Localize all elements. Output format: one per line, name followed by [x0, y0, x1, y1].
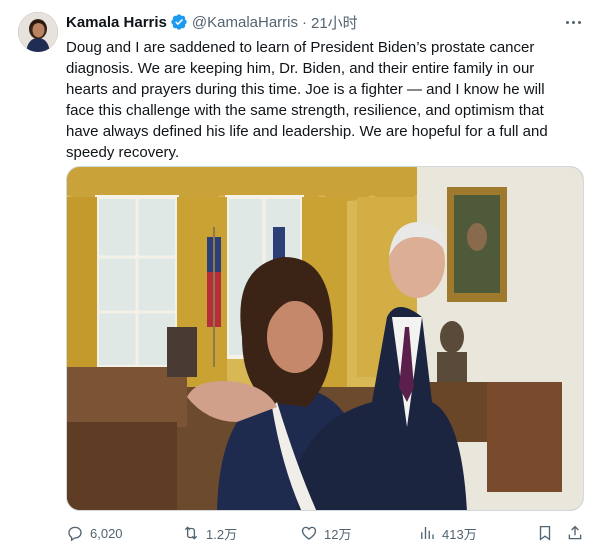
share-button[interactable] — [566, 522, 590, 544]
separator-dot: · — [302, 13, 307, 31]
retweet-count: 1.2万 — [206, 526, 238, 542]
like-count: 12万 — [324, 526, 352, 542]
tweet-card[interactable]: Kamala Harris @KamalaHarris · 21小时 Doug … — [0, 0, 598, 547]
tweet-timestamp[interactable]: 21小时 — [311, 12, 358, 33]
tweet-photo[interactable] — [66, 166, 584, 511]
bookmark-button[interactable] — [536, 522, 560, 544]
tweet-actions: 6,020 1.2万 12万 413万 — [66, 522, 586, 544]
verified-badge-icon — [170, 13, 188, 31]
more-dots-icon[interactable] — [562, 12, 584, 32]
tweet-header: Kamala Harris @KamalaHarris · 21小时 — [66, 11, 358, 33]
views-button[interactable]: 413万 — [418, 522, 477, 544]
bookmark-icon — [539, 525, 551, 541]
avatar[interactable] — [18, 12, 58, 52]
retweet-icon — [184, 526, 198, 540]
oval-office-photo — [67, 167, 583, 510]
share-icon — [568, 525, 582, 540]
reply-count: 6,020 — [90, 525, 123, 541]
reply-button[interactable]: 6,020 — [66, 522, 123, 544]
views-count: 413万 — [442, 526, 477, 542]
heart-icon — [301, 526, 317, 540]
like-button[interactable]: 12万 — [300, 522, 351, 544]
author-handle[interactable]: @KamalaHarris — [192, 14, 298, 31]
author-display-name[interactable]: Kamala Harris — [66, 14, 167, 31]
views-bar-chart-icon — [421, 527, 434, 539]
reply-icon — [68, 526, 82, 542]
tweet-text: Doug and I are saddened to learn of Pres… — [66, 39, 548, 161]
retweet-button[interactable]: 1.2万 — [182, 522, 237, 544]
avatar-image — [18, 12, 58, 52]
